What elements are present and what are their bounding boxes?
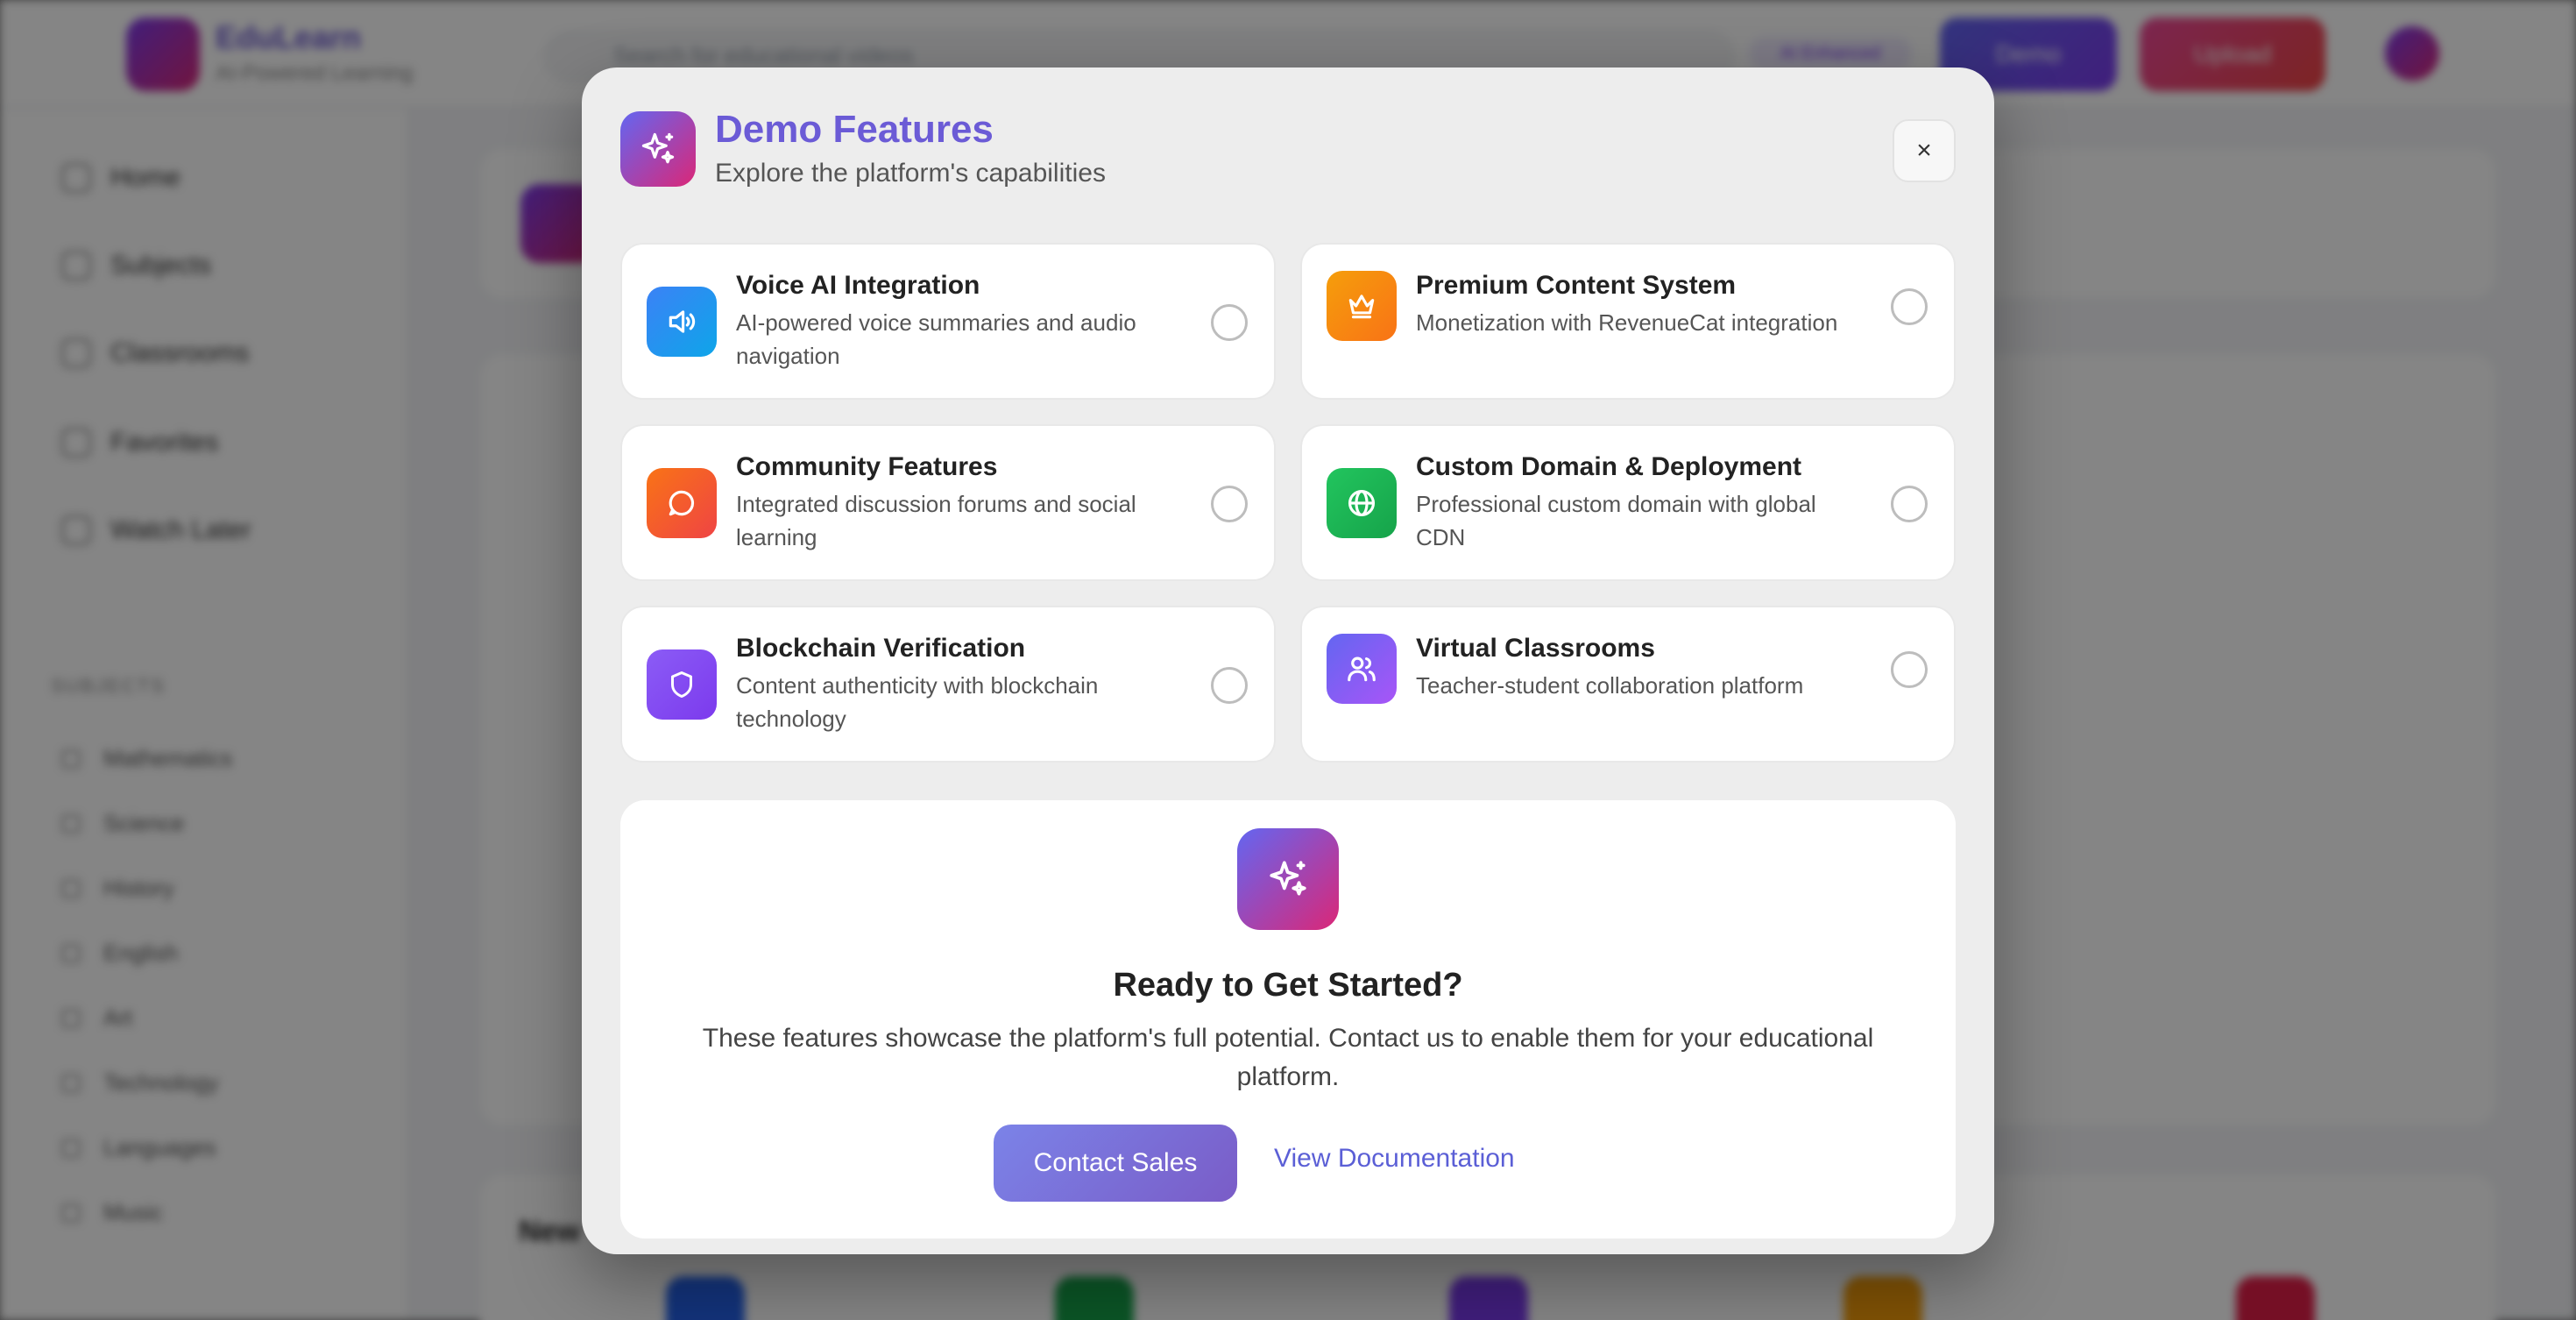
feature-select-radio[interactable] (1211, 667, 1248, 704)
modal-subtitle: Explore the platform's capabilities (715, 159, 1106, 188)
demo-features-modal: Demo Features Explore the platform's cap… (582, 67, 1994, 1254)
globe-icon (1327, 468, 1397, 538)
feature-card-custom-domain[interactable]: Custom Domain & Deployment Professional … (1300, 424, 1956, 581)
sparkles-icon (1237, 828, 1339, 930)
crown-icon (1327, 271, 1397, 341)
feature-name: Custom Domain & Deployment (1416, 452, 1802, 481)
users-icon (1327, 634, 1397, 704)
feature-card-premium-content[interactable]: Premium Content System Monetization with… (1300, 243, 1956, 400)
feature-select-radio[interactable] (1211, 304, 1248, 341)
feature-select-radio[interactable] (1891, 486, 1928, 522)
feature-card-virtual-classrooms[interactable]: Virtual Classrooms Teacher-student colla… (1300, 606, 1956, 763)
feature-card-blockchain[interactable]: Blockchain Verification Content authenti… (620, 606, 1276, 763)
feature-name: Premium Content System (1416, 271, 1737, 300)
feature-name: Blockchain Verification (736, 634, 1026, 663)
feature-card-community[interactable]: Community Features Integrated discussion… (620, 424, 1276, 581)
feature-description: AI-powered voice summaries and audio nav… (736, 309, 1136, 369)
feature-select-radio[interactable] (1891, 288, 1928, 325)
feature-select-radio[interactable] (1891, 651, 1928, 688)
feature-description: Professional custom domain with global C… (1416, 491, 1816, 550)
view-documentation-link[interactable]: View Documentation (1274, 1144, 1515, 1174)
feature-description: Monetization with RevenueCat integration (1416, 309, 1838, 336)
feature-name: Community Features (736, 452, 998, 481)
cta-description: These features showcase the platform's f… (702, 1024, 1874, 1091)
cta-title: Ready to Get Started? (1113, 967, 1463, 1004)
feature-description: Integrated discussion forums and social … (736, 491, 1136, 550)
feature-description: Content authenticity with blockchain tec… (736, 672, 1099, 732)
close-icon: × (1916, 136, 1932, 165)
modal-title: Demo Features (715, 108, 994, 151)
feature-description: Teacher-student collaboration platform (1416, 672, 1804, 699)
cta-panel: Ready to Get Started? These features sho… (620, 800, 1956, 1238)
sparkles-icon (620, 111, 696, 187)
contact-sales-button[interactable]: Contact Sales (994, 1125, 1237, 1202)
shield-icon (647, 649, 717, 720)
chat-bubble-icon (647, 468, 717, 538)
feature-name: Voice AI Integration (736, 271, 980, 300)
feature-grid: Voice AI Integration AI-powered voice su… (620, 243, 1956, 763)
close-button[interactable]: × (1893, 119, 1956, 182)
feature-name: Virtual Classrooms (1416, 634, 1655, 663)
speaker-icon (647, 287, 717, 357)
feature-card-voice-ai[interactable]: Voice AI Integration AI-powered voice su… (620, 243, 1276, 400)
feature-select-radio[interactable] (1211, 486, 1248, 522)
